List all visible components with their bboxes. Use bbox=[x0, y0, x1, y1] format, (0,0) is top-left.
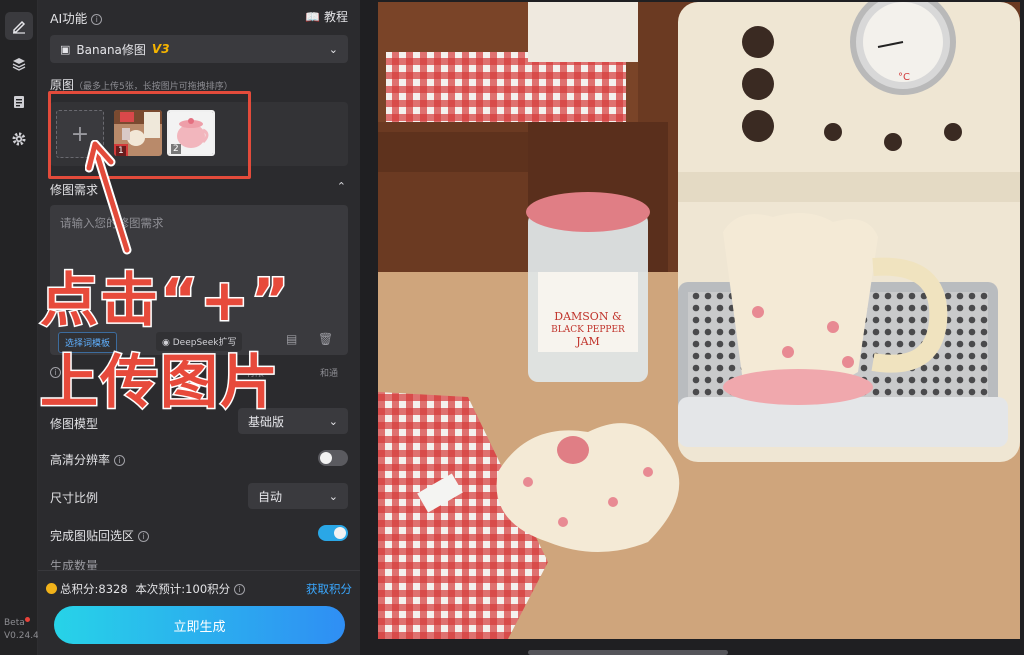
hd-label: 高清分辨率 bbox=[50, 453, 111, 467]
app-window: Beta V0.24.4 AI功能 i 📖 教程 ▣ Banana修图 V3 ⌄ … bbox=[0, 0, 1024, 655]
points-info: 总积分:8328 本次预计:100积分 i bbox=[46, 581, 246, 597]
ratio-label: 尺寸比例 bbox=[50, 491, 99, 505]
annotation-line-2: 上传图片 bbox=[38, 348, 281, 416]
tutorial-label: 教程 bbox=[323, 10, 348, 24]
svg-text:BLACK PEPPER: BLACK PEPPER bbox=[551, 325, 625, 335]
info-icon[interactable]: i bbox=[91, 14, 103, 25]
clipboard-icon[interactable] bbox=[5, 88, 33, 116]
collapse-icon[interactable]: ⌃ bbox=[337, 180, 346, 193]
version-label: V0.24.4 bbox=[4, 631, 39, 641]
layers-icon[interactable] bbox=[5, 50, 33, 78]
ai-section-title: AI功能 i bbox=[50, 8, 103, 27]
model-select-value: Banana修图 bbox=[76, 42, 146, 57]
version-info: Beta V0.24.4 bbox=[4, 617, 39, 643]
ai-title-text: AI功能 bbox=[50, 11, 88, 26]
hd-resolution-toggle[interactable] bbox=[318, 450, 348, 466]
horizontal-scrollbar[interactable] bbox=[528, 650, 728, 655]
source-title-text: 原图 bbox=[50, 78, 75, 92]
tutorial-link[interactable]: 📖 教程 bbox=[305, 8, 348, 25]
svg-text:DAMSON &: DAMSON & bbox=[554, 310, 622, 323]
deepseek-icon: ◉ bbox=[162, 338, 170, 348]
book-icon: 📖 bbox=[305, 10, 321, 24]
chevron-down-icon: ⌄ bbox=[328, 414, 338, 428]
tip-right: 和通 bbox=[320, 369, 339, 379]
beta-dot-icon bbox=[24, 617, 30, 622]
edit-icon[interactable] bbox=[5, 12, 33, 40]
ratio-select[interactable]: 自动 ⌄ bbox=[248, 483, 348, 509]
image-icon: ▣ bbox=[60, 42, 71, 56]
arrow-icon bbox=[85, 140, 132, 255]
clipboard-small-icon[interactable]: ▤ bbox=[286, 332, 297, 346]
info-icon[interactable]: i bbox=[114, 455, 126, 466]
ratio-value: 自动 bbox=[258, 489, 283, 504]
edit-model-label: 修图模型 bbox=[50, 417, 99, 431]
ai-model-select[interactable]: ▣ Banana修图 V3 ⌄ bbox=[50, 35, 348, 63]
get-points-link[interactable]: 获取积分 bbox=[306, 581, 352, 597]
info-icon[interactable]: i bbox=[138, 531, 150, 542]
tool-rail: Beta V0.24.4 bbox=[0, 0, 39, 655]
panel-footer: 总积分:8328 本次预计:100积分 i 获取积分 立即生成 bbox=[38, 570, 360, 655]
chevron-down-icon: ⌄ bbox=[328, 42, 338, 56]
deepseek-chip-label: DeepSeek扩写 bbox=[172, 338, 237, 348]
coin-icon bbox=[46, 583, 57, 594]
estimate-points: 本次预计:100积分 bbox=[135, 582, 231, 596]
hd-resolution-row: 高清分辨率 i bbox=[50, 451, 126, 468]
highlight-box bbox=[48, 91, 251, 179]
thermometer-unit: °C bbox=[898, 72, 910, 83]
paste-back-row: 完成图贴回选区 i bbox=[50, 527, 150, 544]
paste-back-label: 完成图贴回选区 bbox=[50, 529, 135, 543]
annotation-line-1: 点击“+” bbox=[39, 266, 291, 334]
info-icon[interactable]: i bbox=[234, 584, 246, 595]
generate-button[interactable]: 立即生成 bbox=[54, 606, 345, 644]
chevron-down-icon: ⌄ bbox=[328, 489, 338, 503]
beta-label: Beta bbox=[4, 618, 25, 628]
trash-icon[interactable]: 🗑 bbox=[318, 332, 333, 346]
canvas-area[interactable]: °C DAMSON & BLACK PEPPER JAM bbox=[360, 0, 1024, 655]
preview-image: °C DAMSON & BLACK PEPPER JAM bbox=[378, 2, 1020, 639]
svg-text:JAM: JAM bbox=[575, 335, 600, 348]
paste-back-toggle[interactable] bbox=[318, 525, 348, 541]
model-version-badge: V3 bbox=[151, 42, 170, 56]
gear-icon[interactable] bbox=[5, 125, 33, 153]
total-points: 总积分:8328 bbox=[60, 582, 128, 596]
